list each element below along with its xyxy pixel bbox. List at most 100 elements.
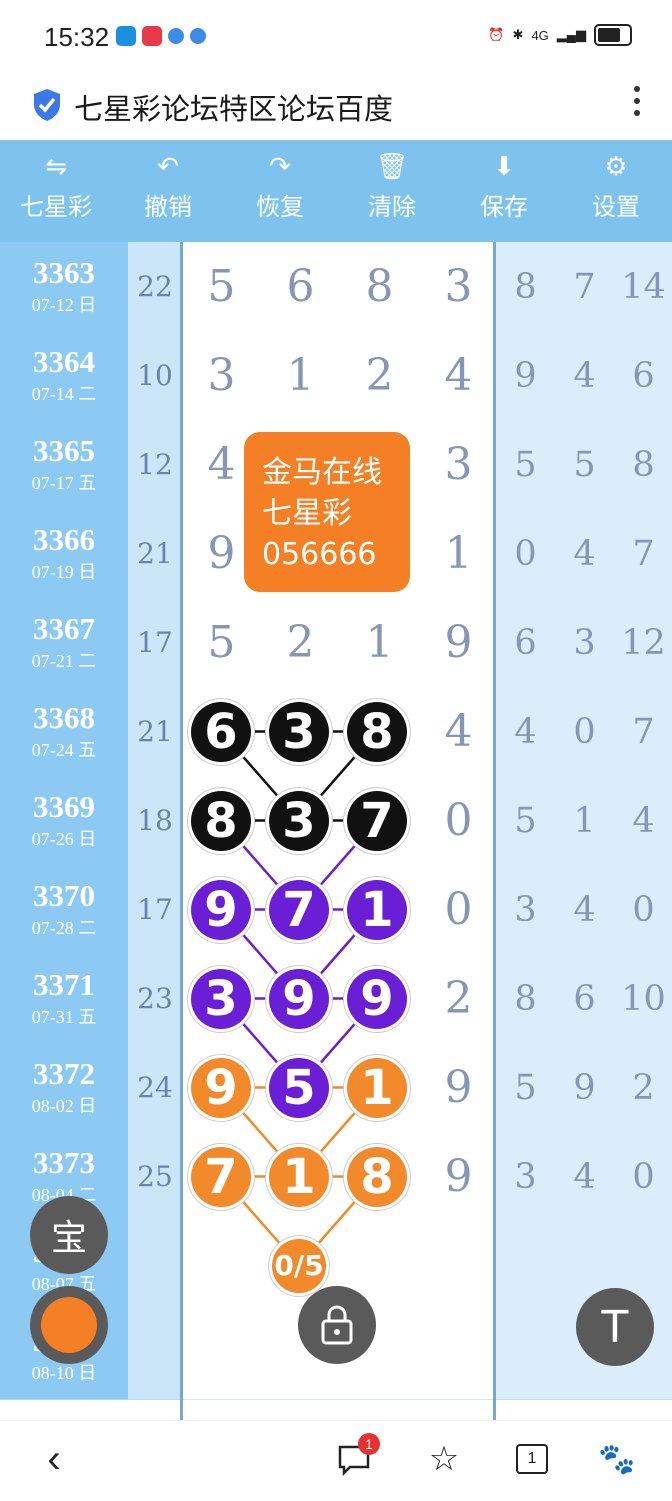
popup-line-3: 056666 (262, 537, 377, 572)
issue-cell: 3367 07-21 二 (0, 598, 128, 688)
extra-cell: 3 (496, 1132, 556, 1222)
digit-cell[interactable]: 5 (182, 598, 262, 688)
digit-cell[interactable] (340, 776, 420, 866)
digit-cell[interactable]: 3 (182, 331, 262, 421)
extra-cell: 0 (614, 1132, 672, 1222)
download-icon: ⬇ (493, 151, 515, 181)
page-title[interactable]: 七星彩论坛特区论坛百度 (74, 86, 393, 128)
issue-number: 3368 (33, 699, 95, 735)
table-row[interactable]: 3368 07-24 五 21 4 4 0 7 (0, 687, 672, 777)
popup-line-2: 七星彩 (262, 496, 352, 531)
treasure-button[interactable]: 宝 (30, 1196, 108, 1274)
bottom-nav: ‹ 1 ☆ 1 🐾 (0, 1420, 672, 1501)
digit-cell[interactable] (261, 954, 341, 1044)
toolbar-lottery-button[interactable]: ⇋ 七星彩 (0, 140, 112, 242)
toolbar-settings-button[interactable]: ⚙ 设置 (560, 140, 672, 242)
more-menu-icon[interactable] (634, 86, 642, 122)
table-row[interactable]: 3372 08-02 日 24 9 5 9 2 (0, 1043, 672, 1133)
digit-cell[interactable] (340, 865, 420, 955)
trash-icon: 🗑 (375, 151, 409, 181)
table-row[interactable]: 3370 07-28 二 17 0 3 4 0 (0, 865, 672, 955)
extra-cell: 4 (555, 509, 615, 599)
extra-cell: 6 (614, 331, 672, 421)
info-popup[interactable]: 金马在线 七星彩 056666 (244, 432, 410, 592)
digit-cell[interactable] (261, 865, 341, 955)
comment-button[interactable]: 1 (334, 1433, 380, 1479)
baidu-paw-icon[interactable]: 🐾 (598, 1439, 635, 1479)
digit-cell[interactable] (182, 1221, 262, 1311)
digit-cell[interactable]: 6 (261, 242, 341, 332)
toolbar-undo-button[interactable]: ↶ 撤销 (112, 140, 224, 242)
extra-cell: 4 (555, 865, 615, 955)
signal-icon: ▂▄▆ (556, 27, 586, 42)
digit-cell[interactable]: 3 (419, 242, 499, 332)
table-row[interactable]: 3367 07-21 二 17 5 2 1 9 6 3 12 (0, 598, 672, 688)
digit-cell[interactable] (340, 1043, 420, 1133)
extra-cell: 5 (496, 1043, 556, 1133)
extra-cell: 3 (555, 598, 615, 688)
lock-button[interactable] (298, 1286, 376, 1364)
digit-cell[interactable]: 1 (419, 509, 499, 599)
table-row[interactable]: 3369 07-26 日 18 0 5 1 4 (0, 776, 672, 866)
digit-cell[interactable]: 1 (340, 598, 420, 688)
extra-cell: 4 (496, 687, 556, 777)
issue-date: 07-31 五 (31, 1006, 97, 1027)
swap-icon: ⇋ (45, 151, 67, 181)
table-row[interactable]: 3364 07-14 二 10 3 1 2 4 9 4 6 (0, 331, 672, 421)
digit-cell[interactable] (182, 865, 262, 955)
digit-cell[interactable]: 0 (419, 865, 499, 955)
table-row[interactable]: 3371 07-31 五 23 2 8 6 10 (0, 954, 672, 1044)
star-icon[interactable]: ☆ (424, 1439, 464, 1479)
status-time: 15:32 (44, 22, 110, 52)
digit-cell[interactable] (261, 687, 341, 777)
back-icon[interactable]: ‹ (38, 1437, 70, 1481)
extra-cell: 6 (555, 954, 615, 1044)
digit-cell[interactable]: 0 (419, 776, 499, 866)
toolbar-save-button[interactable]: ⬇ 保存 (448, 140, 560, 242)
digit-cell[interactable]: 8 (340, 242, 420, 332)
digit-cell[interactable] (261, 776, 341, 866)
extra-cell: 9 (555, 1043, 615, 1133)
digit-cell[interactable]: 9 (419, 598, 499, 688)
handwriting-button[interactable] (30, 1286, 108, 1364)
table-row[interactable]: 3373 08-04 二 25 9 3 4 0 (0, 1132, 672, 1222)
digit-cell[interactable] (340, 687, 420, 777)
digit-cell[interactable] (261, 1132, 341, 1222)
toolbar-redo-button[interactable]: ↷ 恢复 (224, 140, 336, 242)
text-tool-button[interactable]: T (576, 1288, 654, 1366)
digit-cell[interactable]: 9 (419, 1043, 499, 1133)
tabs-button[interactable]: 1 (514, 1439, 550, 1479)
bluetooth-icon: ✱ (512, 27, 524, 42)
table-row[interactable]: 3363 07-12 日 22 5 6 8 3 8 7 14 (0, 242, 672, 332)
digit-cell[interactable]: 4 (419, 331, 499, 421)
digit-cell[interactable] (182, 1132, 262, 1222)
digit-cell[interactable] (419, 1310, 499, 1400)
digit-cell[interactable] (182, 954, 262, 1044)
extra-cell: 0 (496, 509, 556, 599)
digit-cell[interactable] (182, 1310, 262, 1400)
digit-cell[interactable] (340, 954, 420, 1044)
digit-cell[interactable]: 2 (261, 598, 341, 688)
digit-cell[interactable] (261, 1043, 341, 1133)
digit-cell[interactable]: 2 (340, 331, 420, 421)
digit-cell[interactable]: 2 (419, 954, 499, 1044)
issue-number: 3371 (33, 966, 95, 1002)
digit-cell[interactable] (419, 1221, 499, 1311)
digit-cell[interactable]: 4 (419, 687, 499, 777)
toolbar-clear-button[interactable]: 🗑 清除 (336, 140, 448, 242)
digit-cell[interactable]: 9 (419, 1132, 499, 1222)
extra-cell: 7 (555, 242, 615, 332)
digit-cell[interactable]: 3 (419, 420, 499, 510)
issue-cell: 3363 07-12 日 (0, 242, 128, 332)
digit-cell[interactable] (182, 1043, 262, 1133)
browser-title-bar: 七星彩论坛特区论坛百度 (0, 70, 672, 140)
digit-cell[interactable]: 5 (182, 242, 262, 332)
sum-cell: 22 (128, 242, 182, 332)
digit-cell[interactable] (182, 776, 262, 866)
digit-cell[interactable] (340, 1132, 420, 1222)
column-divider (180, 242, 183, 1420)
sum-cell: 23 (128, 954, 182, 1044)
issue-cell: 3370 07-28 二 (0, 865, 128, 955)
digit-cell[interactable]: 1 (261, 331, 341, 421)
digit-cell[interactable] (182, 687, 262, 777)
